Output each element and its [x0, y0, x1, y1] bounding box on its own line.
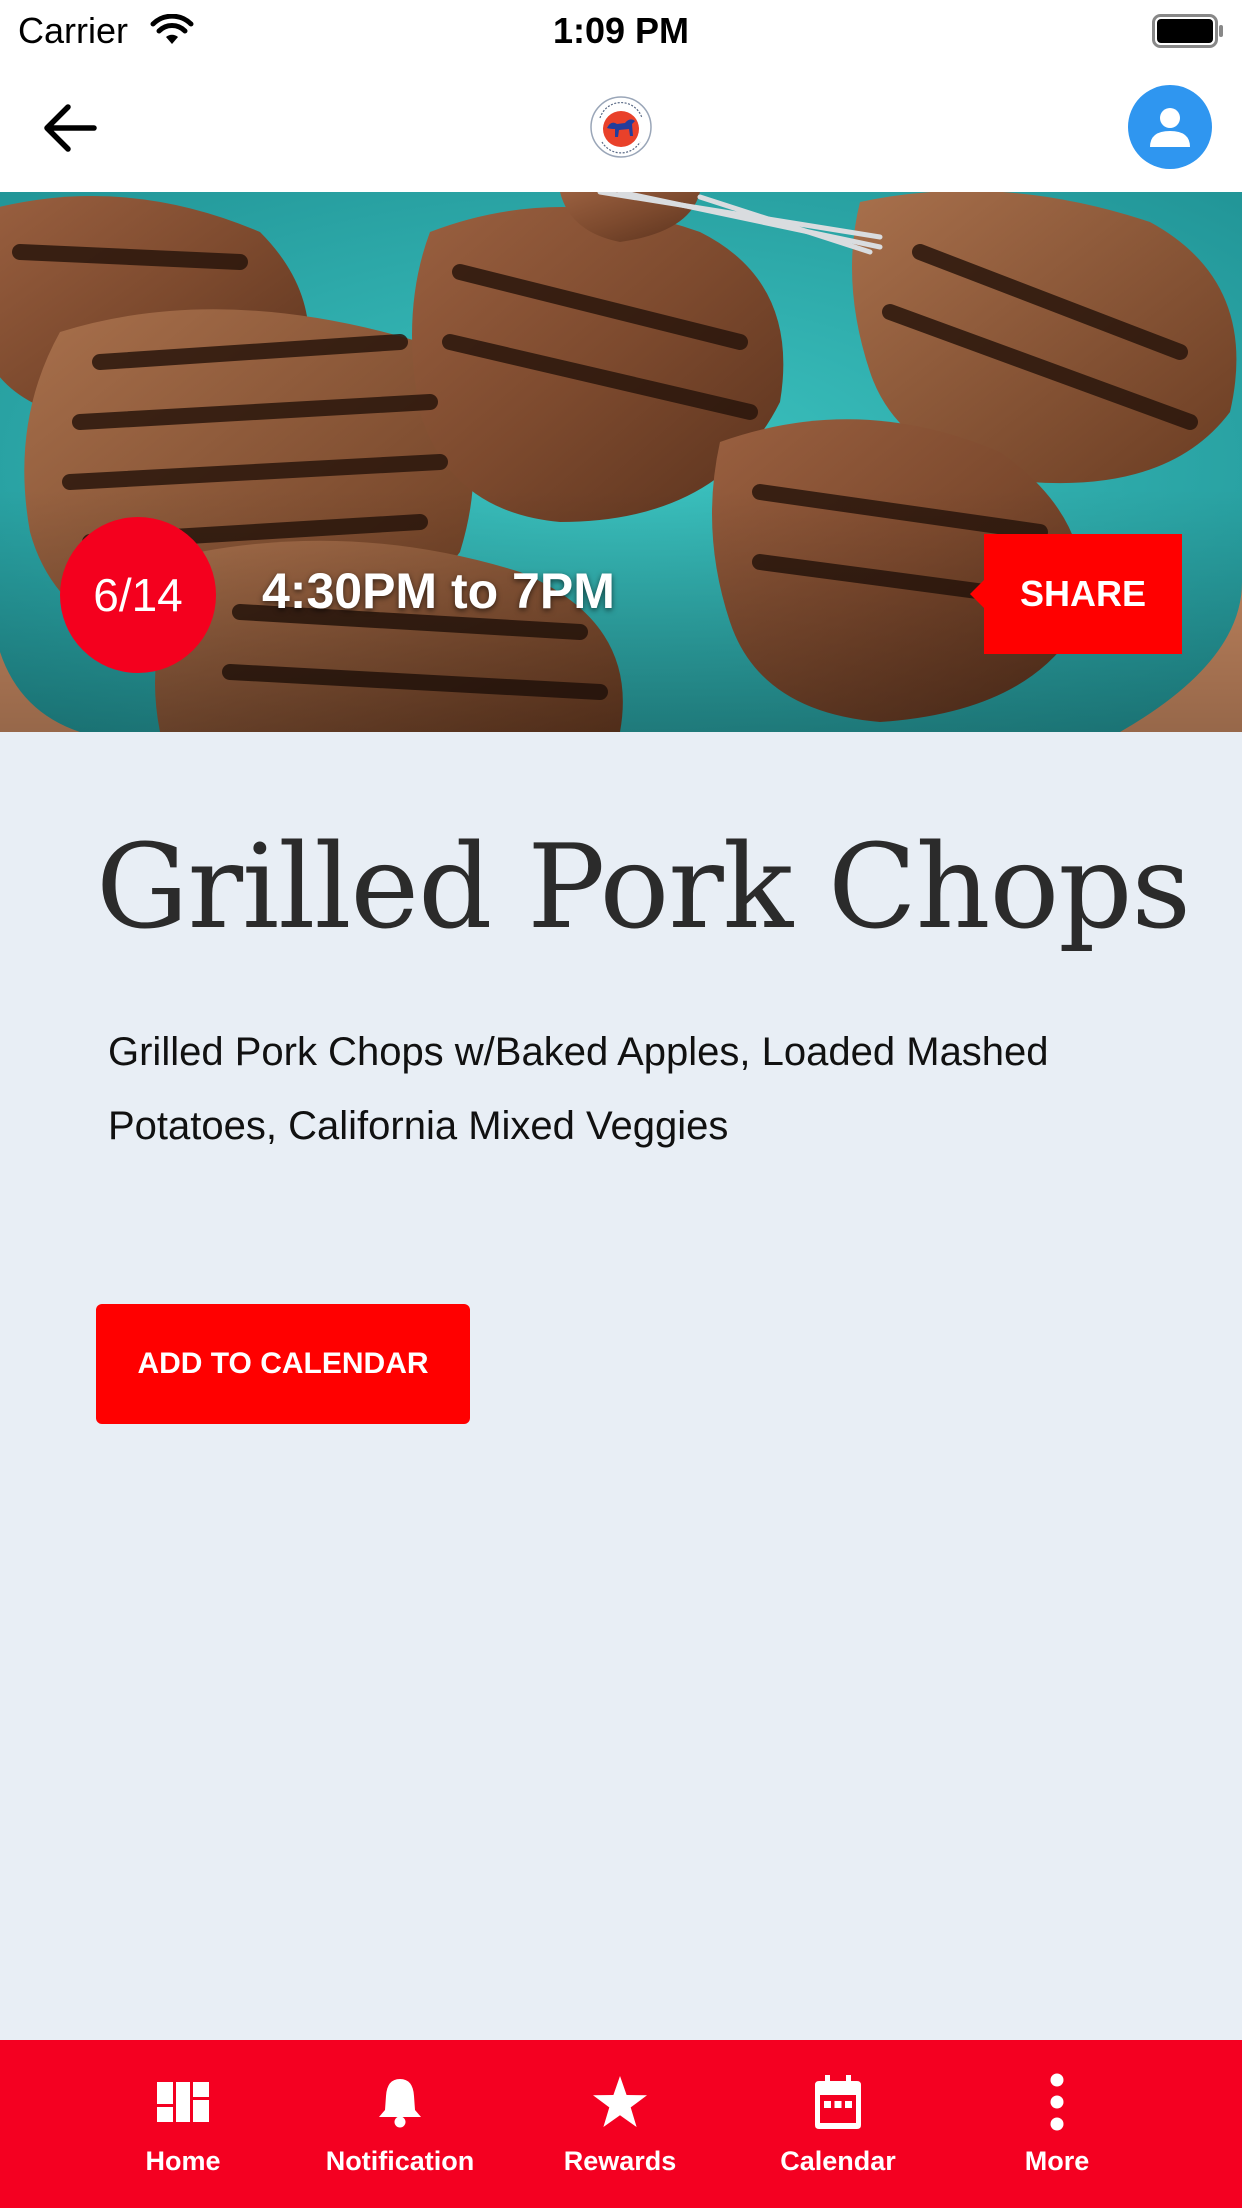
bell-icon [370, 2072, 430, 2132]
bottom-tab-bar: Home Notification Rewards Calendar More [0, 2040, 1242, 2208]
user-icon [1150, 108, 1190, 147]
tab-home[interactable]: Home [73, 2040, 293, 2208]
back-button[interactable] [36, 94, 104, 162]
arrow-left-icon [44, 104, 97, 152]
tab-home-label: Home [145, 2146, 221, 2176]
tab-calendar-label: Calendar [780, 2146, 896, 2176]
navigation-bar [0, 62, 1242, 194]
event-title: Grilled Pork Chops [96, 820, 1191, 955]
tab-notification[interactable]: Notification [290, 2040, 510, 2208]
tab-more-label: More [1024, 2146, 1090, 2176]
tab-notification-label: Notification [325, 2146, 475, 2176]
status-time: 1:09 PM [552, 10, 690, 51]
event-date-badge: 6/14 [60, 517, 216, 673]
event-description: Grilled Pork Chops w/Baked Apples, Loade… [108, 1030, 1049, 1148]
calendar-icon [808, 2072, 868, 2132]
star-icon [590, 2072, 650, 2132]
tab-more[interactable]: More [947, 2040, 1167, 2208]
battery-icon [1152, 14, 1223, 48]
add-to-calendar-button[interactable]: ADD TO CALENDAR [96, 1304, 470, 1424]
event-hero-image: 6/14 4:30PM to 7PM SHARE [0, 192, 1242, 732]
tab-rewards[interactable]: Rewards [510, 2040, 730, 2208]
lodge-logo-icon [590, 96, 652, 158]
dashboard-icon [153, 2072, 213, 2132]
status-bar: Carrier 1:09 PM [0, 0, 1242, 62]
share-button[interactable]: SHARE [970, 534, 1182, 654]
tab-calendar[interactable]: Calendar [728, 2040, 948, 2208]
event-time-range: 4:30PM to 7PM [262, 563, 615, 619]
more-vertical-icon [1027, 2072, 1087, 2132]
profile-button[interactable] [1128, 85, 1212, 169]
tab-rewards-label: Rewards [563, 2146, 677, 2176]
